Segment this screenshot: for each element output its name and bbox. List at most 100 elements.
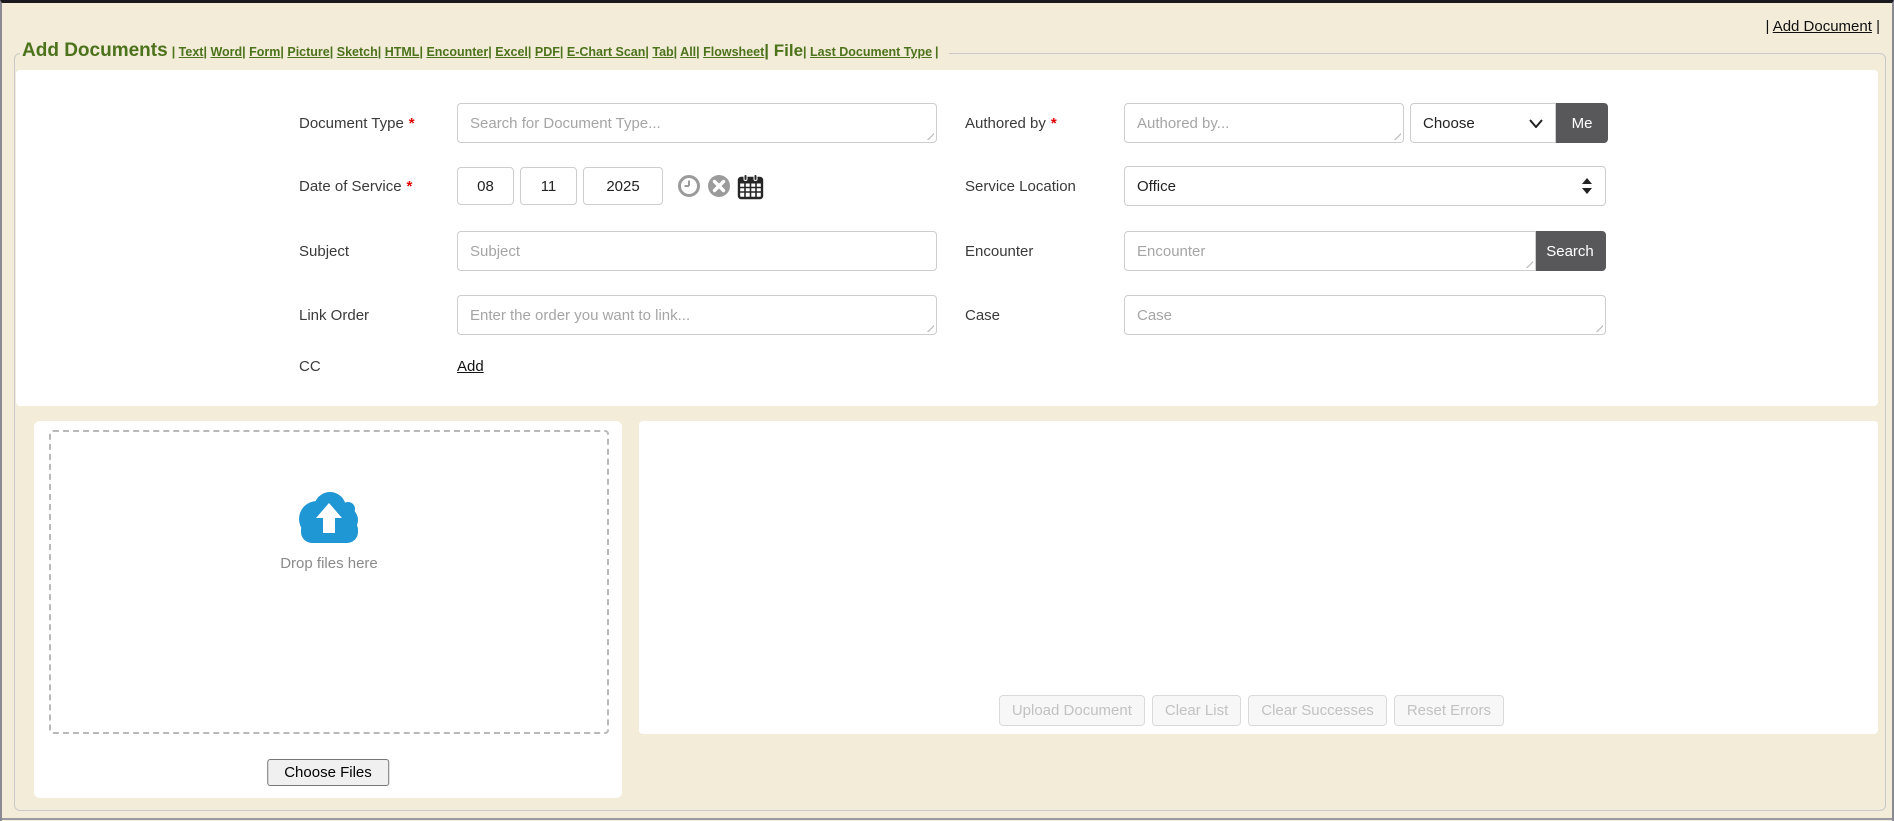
date-month-input[interactable] xyxy=(457,167,514,205)
upload-actions: Upload Document Clear List Clear Success… xyxy=(999,695,1504,726)
subject-input[interactable] xyxy=(457,231,937,271)
doc-type-link-form[interactable]: Form xyxy=(249,45,280,59)
cloud-upload-icon xyxy=(290,487,368,543)
doc-type-link-html-wrap: HTML xyxy=(378,46,420,60)
subject-row: Subject xyxy=(299,231,349,271)
subject-label: Subject xyxy=(299,243,349,260)
authored-by-input-wrap xyxy=(1124,103,1404,143)
upload-document-button[interactable]: Upload Document xyxy=(999,695,1145,726)
required-asterisk: * xyxy=(1051,115,1057,132)
drop-files-text: Drop files here xyxy=(280,555,378,572)
doc-type-link-form-wrap: Form xyxy=(242,46,280,60)
doc-type-link-last-document-type-wrap: Last Document Type xyxy=(803,46,932,60)
document-type-row: Document Type * xyxy=(299,103,415,143)
authored-by-me-button[interactable]: Me xyxy=(1556,103,1608,143)
add-document-link[interactable]: Add Document xyxy=(1773,18,1872,35)
case-row: Case xyxy=(965,295,1000,335)
doc-type-link-echart-scan-wrap: E-Chart Scan xyxy=(560,46,645,60)
service-location-value: Office xyxy=(1137,178,1176,195)
doc-type-link-flowsheet[interactable]: Flowsheet xyxy=(703,45,764,59)
case-input[interactable] xyxy=(1124,295,1606,335)
clock-icon[interactable] xyxy=(677,174,701,198)
page: Add Document Add Documents Text Word For… xyxy=(0,0,1894,821)
date-day-input[interactable] xyxy=(520,167,577,205)
doc-type-selected-file[interactable]: File xyxy=(774,41,803,60)
clear-date-icon[interactable] xyxy=(707,174,731,198)
doc-type-selected-file-wrap: File xyxy=(764,42,803,61)
legend-end-pipe xyxy=(935,46,939,60)
page-title: Add Documents xyxy=(22,41,168,62)
cc-action-wrap: Add xyxy=(457,351,484,381)
case-input-wrap xyxy=(1124,295,1606,335)
doc-type-link-sketch[interactable]: Sketch xyxy=(337,45,378,59)
clear-successes-button[interactable]: Clear Successes xyxy=(1248,695,1387,726)
date-of-service-label: Date of Service xyxy=(299,178,402,195)
authored-by-controls: Choose Me xyxy=(1124,103,1608,143)
doc-type-link-excel[interactable]: Excel xyxy=(495,45,528,59)
required-asterisk: * xyxy=(407,178,413,195)
encounter-input[interactable] xyxy=(1124,231,1536,271)
authored-by-choose-value: Choose xyxy=(1423,115,1475,132)
document-type-input-wrap xyxy=(457,103,937,143)
link-order-input[interactable] xyxy=(457,295,937,335)
service-location-select[interactable]: Office xyxy=(1124,166,1606,206)
document-form-panel: Document Type * Date of Service * xyxy=(16,70,1878,406)
doc-type-link-all[interactable]: All xyxy=(680,45,696,59)
cc-label: CC xyxy=(299,358,321,375)
add-document-top-link-wrap: Add Document xyxy=(1765,18,1880,35)
service-location-row: Service Location xyxy=(965,166,1076,206)
encounter-label: Encounter xyxy=(965,243,1033,260)
link-order-label: Link Order xyxy=(299,307,369,324)
reset-errors-button[interactable]: Reset Errors xyxy=(1394,695,1504,726)
document-type-label: Document Type xyxy=(299,115,404,132)
file-drop-panel: Drop files here Choose Files xyxy=(34,421,622,798)
document-type-input[interactable] xyxy=(457,103,937,143)
date-of-service-row: Date of Service * xyxy=(299,166,412,206)
doc-type-link-picture-wrap: Picture xyxy=(280,46,329,60)
date-year-input[interactable] xyxy=(583,167,663,205)
link-order-row: Link Order xyxy=(299,295,369,335)
authored-by-input[interactable] xyxy=(1124,103,1404,143)
encounter-search-button[interactable]: Search xyxy=(1534,231,1606,271)
drop-files-zone[interactable]: Drop files here xyxy=(49,430,609,734)
doc-type-link-word-wrap: Word xyxy=(203,46,242,60)
authored-by-label: Authored by xyxy=(965,115,1046,132)
doc-type-link-sketch-wrap: Sketch xyxy=(330,46,378,60)
updown-arrows-icon xyxy=(1581,178,1593,194)
doc-type-link-tab-wrap: Tab xyxy=(645,46,673,60)
service-location-label: Service Location xyxy=(965,178,1076,195)
doc-type-link-encounter[interactable]: Encounter xyxy=(426,45,488,59)
choose-files-button[interactable]: Choose Files xyxy=(267,759,389,786)
doc-type-link-tab[interactable]: Tab xyxy=(652,45,673,59)
case-label: Case xyxy=(965,307,1000,324)
date-of-service-controls xyxy=(457,166,764,206)
calendar-icon[interactable] xyxy=(737,173,764,200)
clear-list-button[interactable]: Clear List xyxy=(1152,695,1241,726)
link-order-input-wrap xyxy=(457,295,937,335)
doc-type-link-pdf-wrap: PDF xyxy=(528,46,560,60)
authored-by-row: Authored by * xyxy=(965,103,1057,143)
chevron-down-icon xyxy=(1529,119,1543,128)
fieldset-legend: Add Documents Text Word Form Picture Ske… xyxy=(20,41,949,62)
doc-type-link-all-wrap: All xyxy=(674,46,697,60)
doc-type-link-text[interactable]: Text xyxy=(179,45,204,59)
doc-type-link-picture[interactable]: Picture xyxy=(287,45,329,59)
required-asterisk: * xyxy=(409,115,415,132)
doc-type-link-excel-wrap: Excel xyxy=(488,46,528,60)
doc-type-link-text-wrap: Text xyxy=(172,46,204,60)
doc-type-link-last-document-type[interactable]: Last Document Type xyxy=(810,45,932,59)
doc-type-link-word[interactable]: Word xyxy=(210,45,242,59)
encounter-controls: Search xyxy=(1124,231,1606,271)
encounter-input-wrap xyxy=(1124,231,1536,271)
cc-row: CC xyxy=(299,351,321,381)
cc-add-link[interactable]: Add xyxy=(457,358,484,375)
doc-type-link-flowsheet-wrap: Flowsheet xyxy=(696,46,764,60)
doc-type-link-echart-scan[interactable]: E-Chart Scan xyxy=(567,45,646,59)
upload-queue-panel: Upload Document Clear List Clear Success… xyxy=(639,421,1878,734)
subject-input-wrap xyxy=(457,231,937,271)
doc-type-link-encounter-wrap: Encounter xyxy=(419,46,488,60)
authored-by-choose-select[interactable]: Choose xyxy=(1410,103,1556,143)
encounter-row: Encounter xyxy=(965,231,1033,271)
doc-type-link-pdf[interactable]: PDF xyxy=(535,45,560,59)
doc-type-link-html[interactable]: HTML xyxy=(385,45,420,59)
